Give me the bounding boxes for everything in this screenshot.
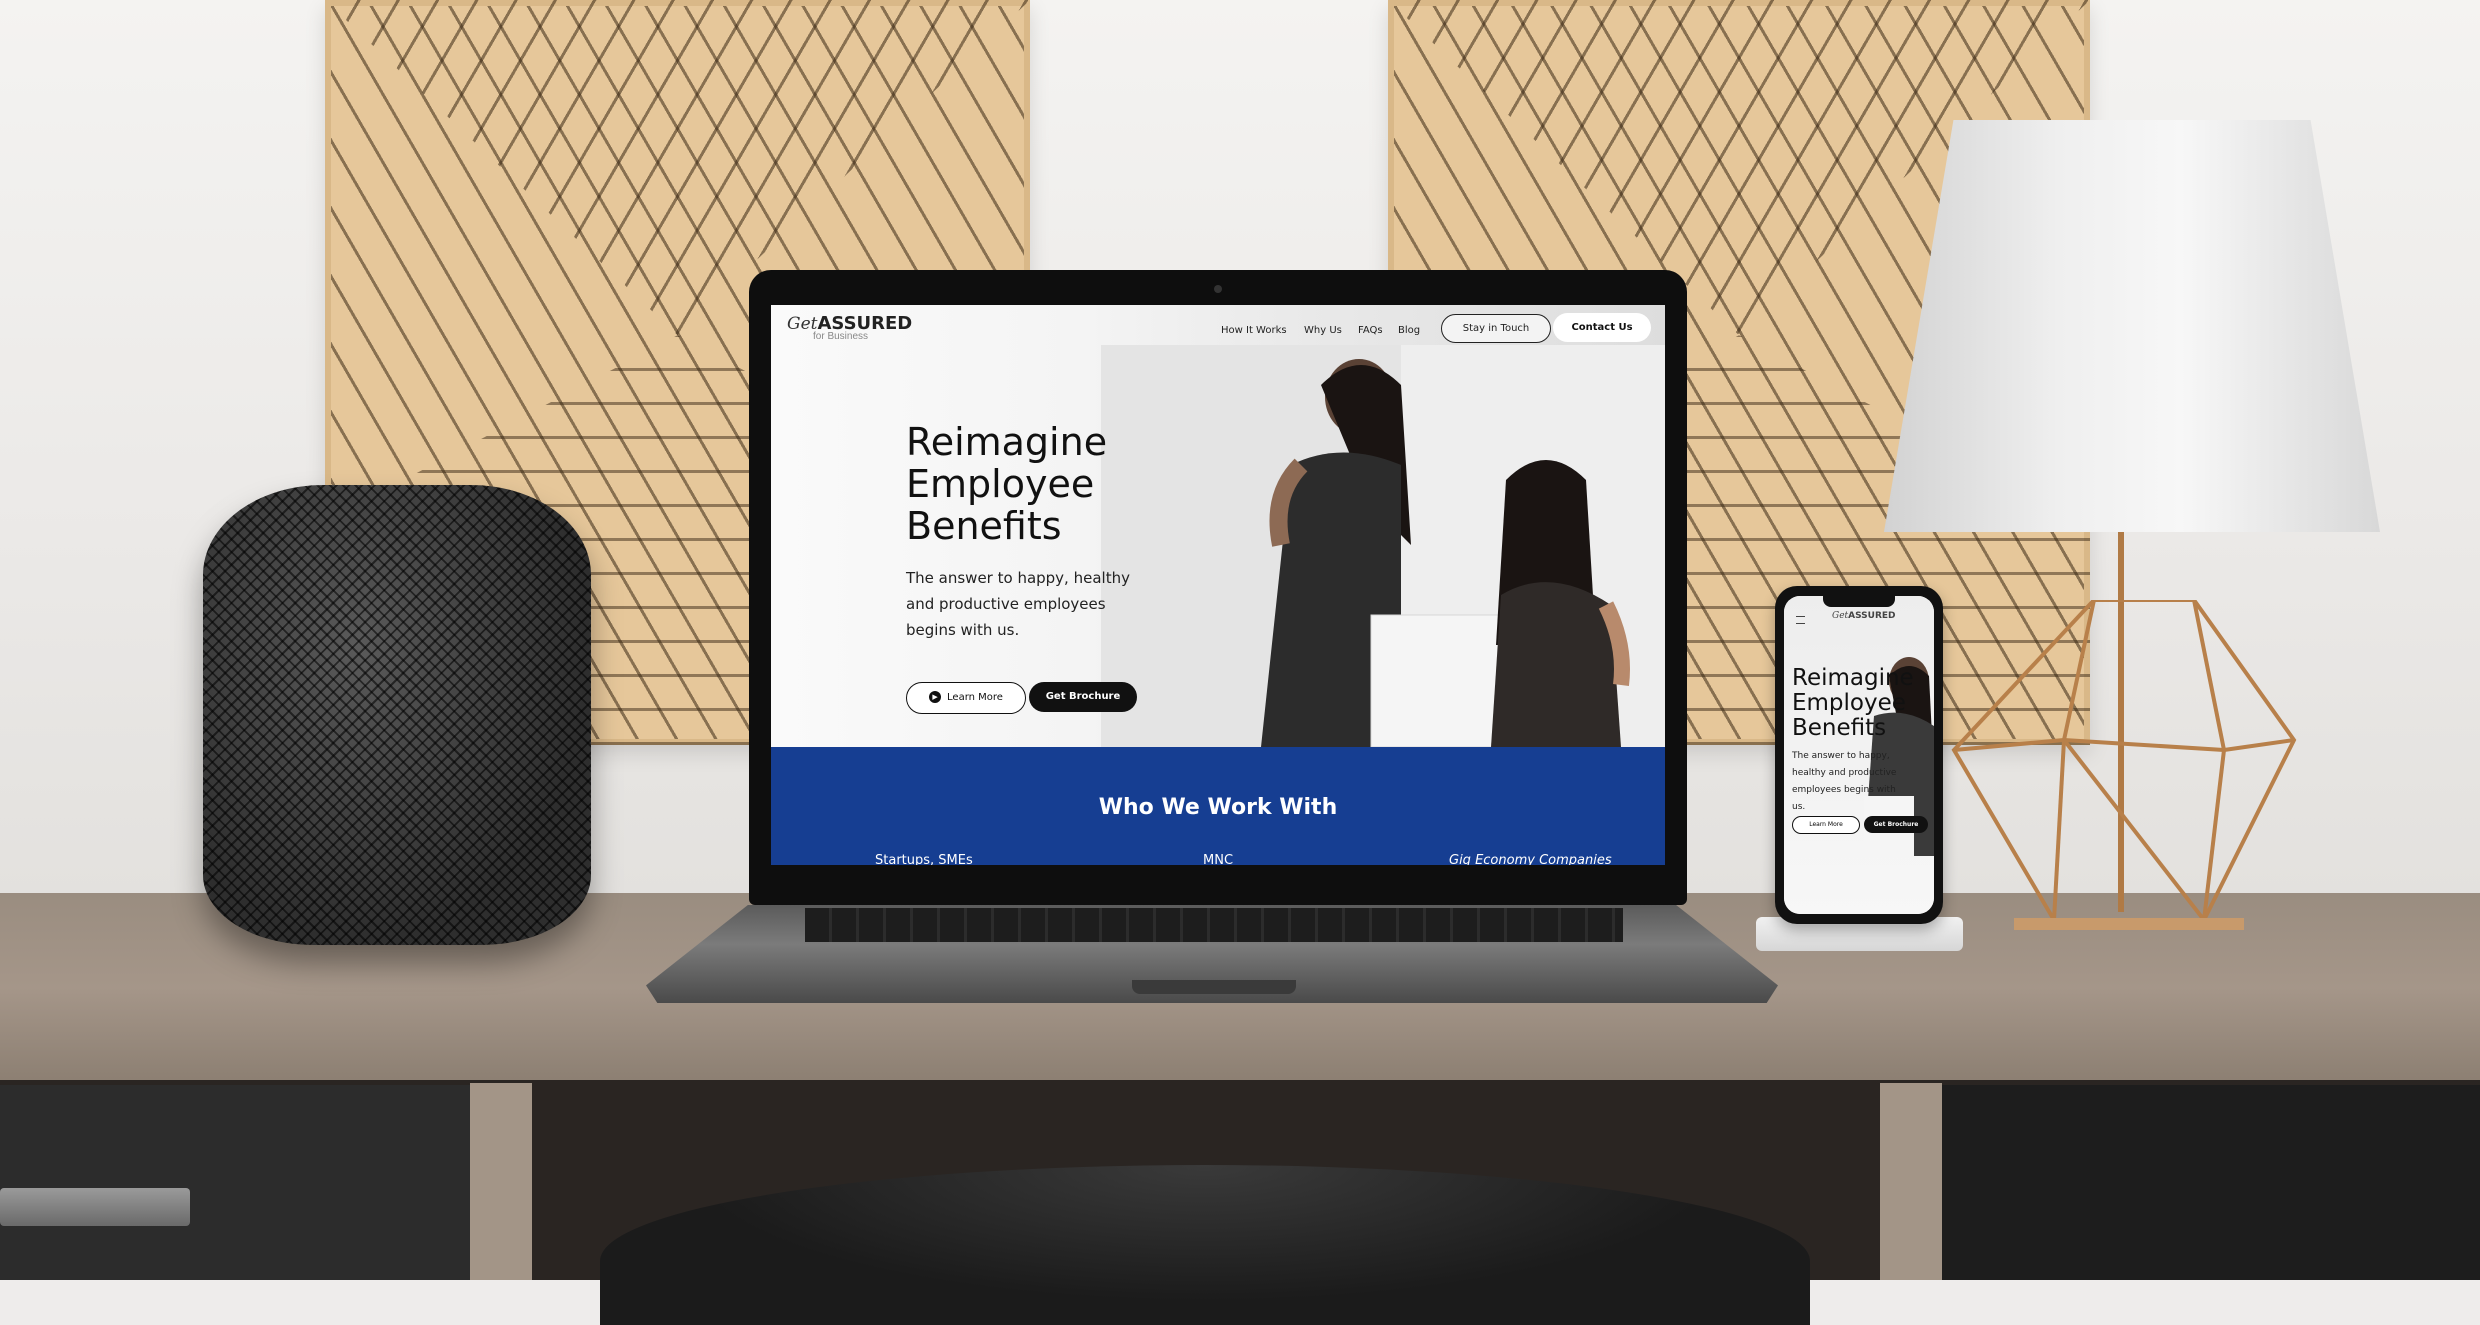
phone-learn-more-button[interactable]: Learn More <box>1792 816 1860 834</box>
laptop-lip <box>1132 980 1296 994</box>
contact-us-button[interactable]: Contact Us <box>1553 313 1651 342</box>
phone-notch <box>1823 596 1895 607</box>
nav-blog[interactable]: Blog <box>1398 325 1420 336</box>
who-item-mnc: MNC <box>1203 853 1234 865</box>
play-circle-icon: ▶ <box>929 691 942 703</box>
hero-title-line: Reimagine <box>906 420 1108 464</box>
get-brochure-button[interactable]: Get Brochure <box>1029 682 1137 712</box>
learn-more-button[interactable]: ▶ Learn More <box>906 682 1026 714</box>
laptop-keyboard <box>805 908 1623 942</box>
hamburger-menu-icon[interactable] <box>1796 616 1805 624</box>
phone-hero-subtitle: The answer to happy, healthy and product… <box>1792 751 1897 812</box>
drawer-right <box>1942 1085 2480 1280</box>
hero-title-line: Benefits <box>1792 715 1887 741</box>
hero-title: Reimagine Employee Benefits <box>906 421 1146 547</box>
top-navigation: GetASSURED for Business How It Works Why… <box>771 305 1665 351</box>
hero-title-line: Benefits <box>906 504 1062 548</box>
lamp-shade <box>1884 120 2380 532</box>
hero-subtitle: The answer to happy, healthy and product… <box>906 569 1130 639</box>
drawer-left <box>0 1085 470 1280</box>
learn-more-label: Learn More <box>947 692 1003 703</box>
laptop-screen: GetASSURED for Business How It Works Why… <box>771 305 1665 865</box>
drawer-handle <box>0 1188 190 1226</box>
desk-leg-right <box>1880 1083 1942 1280</box>
who-item-gig: Gig Economy Companies <box>1449 853 1612 865</box>
nav-faqs[interactable]: FAQs <box>1358 325 1383 336</box>
hero-title-line: Reimagine <box>1792 665 1914 691</box>
nav-why-us[interactable]: Why Us <box>1304 325 1342 336</box>
who-item-startups: Startups, SMEs <box>875 853 973 865</box>
logo-get: Get <box>1832 611 1849 621</box>
nav-how-it-works[interactable]: How It Works <box>1221 325 1287 336</box>
desk-leg-left <box>470 1083 532 1280</box>
hero-title-line: Employee <box>906 462 1095 506</box>
hero-photo <box>1101 345 1665 747</box>
phone-screen: GetASSURED Reimagine Employee Benefits T… <box>1784 596 1934 914</box>
smart-speaker <box>203 485 591 945</box>
phone-logo[interactable]: GetASSURED <box>1832 610 1896 621</box>
phone-hero-title: Reimagine Employee Benefits <box>1792 665 1914 741</box>
logo-assured: ASSURED <box>1848 611 1896 621</box>
lamp-geometric-base <box>1951 600 2297 930</box>
hero-title-line: Employee <box>1792 690 1906 716</box>
who-we-work-with-section: Who We Work With Startups, SMEs MNC Gig … <box>771 747 1665 865</box>
stay-in-touch-button[interactable]: Stay in Touch <box>1441 314 1551 343</box>
phone-get-brochure-button[interactable]: Get Brochure <box>1864 816 1928 833</box>
phone-hero: GetASSURED Reimagine Employee Benefits T… <box>1784 596 1934 914</box>
section-title: Who We Work With <box>1098 795 1338 820</box>
camera-icon <box>1214 285 1222 293</box>
site-logo[interactable]: GetASSURED for Business <box>787 313 912 342</box>
